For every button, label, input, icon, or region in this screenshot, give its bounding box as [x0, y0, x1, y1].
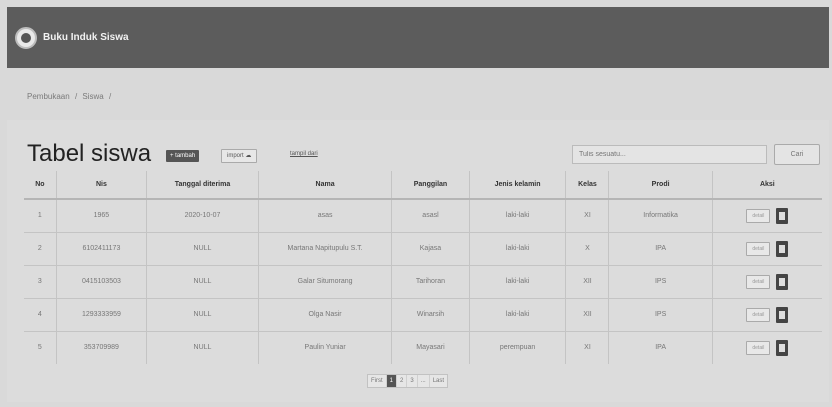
table-cell: 2 [24, 231, 57, 265]
search-button[interactable]: Cari [774, 144, 820, 165]
table-cell: 353709989 [55, 330, 147, 364]
table-row: 1 1965 2020-10-07 asas asasl laki-laki XI Infor… [24, 198, 822, 232]
table-cell: 0415103503 [55, 264, 147, 298]
table-cell: 6102411173 [55, 231, 147, 265]
table-cell: 4 [24, 297, 57, 331]
table-cell: NULL [146, 297, 259, 331]
detail-button[interactable]: detail [746, 241, 771, 256]
column-header: Panggilan [391, 171, 470, 200]
table-row: 3 0415103503 NULL Galar Situmorang Tarihoran… [24, 264, 822, 298]
table-cell: 1965 [55, 198, 147, 232]
pagination-item[interactable]: First [368, 375, 386, 387]
table-cell: XII [565, 264, 609, 298]
students-card: Tabel siswa + tambah import ☁ tampil dar… [7, 120, 829, 402]
table-cell: 5 [24, 330, 57, 364]
table-cell: perempuan [468, 330, 566, 364]
table-cell: NULL [146, 330, 259, 364]
table-cell: XII [565, 297, 609, 331]
table-cell: Informatika [608, 198, 713, 232]
table-cell: Mayasari [391, 330, 470, 364]
cloud-upload-icon: ☁ [245, 153, 252, 159]
table-cell: 1293333959 [55, 297, 147, 331]
detail-button[interactable]: detail [746, 208, 771, 223]
column-header: Prodi [608, 171, 713, 200]
show-all-link[interactable]: tampil dari [290, 151, 318, 157]
column-header: Nis [55, 171, 147, 200]
trash-icon[interactable] [776, 306, 789, 323]
table-cell: X [565, 231, 609, 265]
column-header: Kelas [565, 171, 609, 200]
breadcrumb-item[interactable]: Siswa [82, 92, 103, 101]
table-cell: laki-laki [468, 297, 566, 331]
table-cell: IPA [608, 231, 713, 265]
app-title[interactable]: Buku Induk Siswa [43, 32, 129, 43]
add-student-button[interactable]: + tambah [166, 150, 200, 162]
table-cell: XI [565, 330, 609, 364]
trash-icon[interactable] [776, 273, 789, 290]
breadcrumb-separator: / [74, 92, 78, 101]
table-row: 4 1293333959 NULL Olga Nasir Winarsih laki-la… [24, 297, 822, 331]
column-header: Nama [257, 171, 392, 200]
detail-button[interactable]: detail [746, 340, 771, 355]
table-cell: Paulin Yuniar [257, 330, 392, 364]
actions-cell: detail [711, 330, 822, 364]
column-header: Tanggal diterima [146, 171, 259, 200]
table-cell: NULL [146, 231, 259, 265]
table-cell: Galar Situmorang [257, 264, 392, 298]
table-cell: 3 [24, 264, 57, 298]
breadcrumb-item[interactable]: Pembukaan [27, 92, 70, 101]
table-cell: laki-laki [468, 198, 566, 232]
page-title: Tabel siswa [27, 140, 152, 167]
actions-cell: detail [711, 264, 822, 298]
pagination-item[interactable]: 3 [406, 375, 416, 387]
table-cell: laki-laki [468, 231, 566, 265]
pagination: First 1 2 3... Last [367, 374, 449, 388]
table-cell: Tarihoran [391, 264, 470, 298]
table-cell: IPS [608, 264, 713, 298]
table-cell: 1 [24, 198, 57, 232]
column-header: No [24, 171, 57, 200]
trash-icon[interactable] [776, 339, 789, 356]
column-header: Jenis kelamin [468, 171, 566, 200]
pagination-item[interactable]: 2 [396, 375, 406, 387]
pagination-item[interactable]: 1 [385, 375, 397, 387]
trash-icon[interactable] [776, 207, 789, 224]
table-cell: asas [257, 198, 392, 232]
table-cell: Olga Nasir [257, 297, 392, 331]
table-cell: Kajasa [391, 231, 470, 265]
table-cell: XI [565, 198, 609, 232]
table-cell: 2020-10-07 [146, 198, 259, 232]
table-cell: Martana Napitupulu S.T. [257, 231, 392, 265]
detail-button[interactable]: detail [746, 274, 771, 289]
table-body: 1 1965 2020-10-07 asas asasl laki-laki XI Infor… [24, 198, 822, 364]
top-navbar: Buku Induk Siswa [7, 7, 829, 68]
table-row: 2 6102411173 NULL Martana Napitupulu S.T. Ka… [24, 231, 822, 265]
table-header-row: No Nis Tanggal diterima Nama Panggilan Jenis … [24, 171, 822, 200]
breadcrumb: Pembukaan / Siswa / [27, 92, 114, 101]
students-table: No Nis Tanggal diterima Nama Panggilan Jenis … [24, 171, 822, 364]
table-cell: laki-laki [468, 264, 566, 298]
table-cell: asasl [391, 198, 470, 232]
table-cell: NULL [146, 264, 259, 298]
pagination-item[interactable]: Last [428, 375, 447, 387]
table-cell: IPA [608, 330, 713, 364]
actions-cell: detail [711, 297, 822, 331]
table-row: 5 353709989 NULL Paulin Yuniar Mayasari perem… [24, 330, 822, 364]
breadcrumb-separator: / [108, 92, 112, 101]
column-header: Aksi [711, 171, 822, 200]
pagination-item[interactable]: ... [416, 375, 429, 387]
school-logo-icon[interactable] [15, 26, 37, 49]
import-button[interactable]: import ☁ [221, 149, 258, 163]
table-cell: IPS [608, 297, 713, 331]
trash-icon[interactable] [776, 240, 789, 257]
table-cell: Winarsih [391, 297, 470, 331]
actions-cell: detail [711, 231, 822, 265]
import-label: import [227, 153, 244, 159]
detail-button[interactable]: detail [746, 307, 771, 322]
search-input[interactable] [572, 145, 767, 164]
actions-cell: detail [711, 198, 822, 232]
